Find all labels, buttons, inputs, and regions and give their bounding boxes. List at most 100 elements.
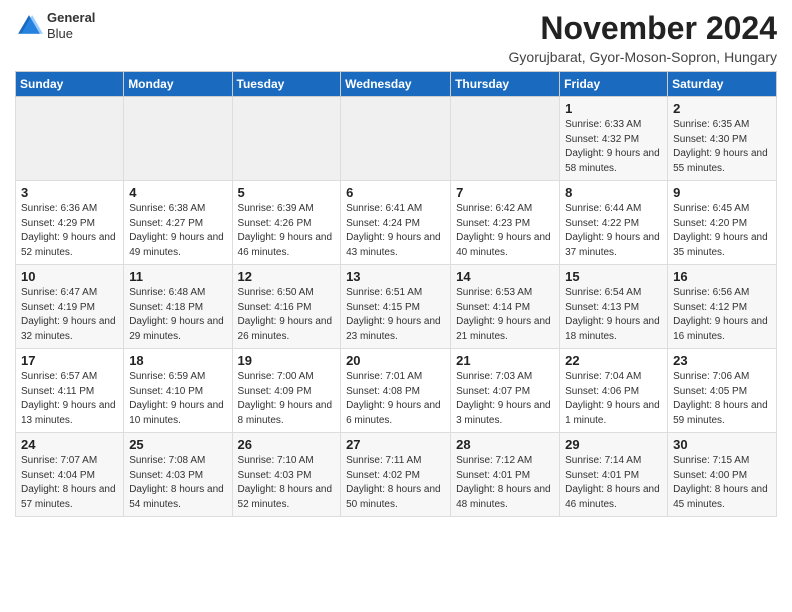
day-number: 27 (346, 437, 445, 452)
calendar-day-cell: 19 Sunrise: 7:00 AM Sunset: 4:09 PM Dayli… (232, 349, 341, 433)
calendar-week-row: 24 Sunrise: 7:07 AM Sunset: 4:04 PM Dayli… (16, 433, 777, 517)
calendar-day-cell: 10 Sunrise: 6:47 AM Sunset: 4:19 PM Dayli… (16, 265, 124, 349)
day-info: Sunrise: 6:42 AM Sunset: 4:23 PM Dayligh… (456, 202, 554, 260)
day-info: Sunrise: 6:56 AM Sunset: 4:12 PM Dayligh… (673, 286, 771, 344)
day-info: Sunrise: 7:08 AM Sunset: 4:03 PM Dayligh… (129, 454, 226, 512)
day-number: 1 (565, 101, 662, 116)
calendar-week-row: 3Sunrise: 6:36 AM Sunset: 4:29 PM Daylig… (16, 181, 777, 265)
calendar-day-cell: 11 Sunrise: 6:48 AM Sunset: 4:18 PM Dayli… (124, 265, 232, 349)
day-number: 17 (21, 353, 118, 368)
day-number: 18 (129, 353, 226, 368)
day-number: 24 (21, 437, 118, 452)
day-info: Sunrise: 7:01 AM Sunset: 4:08 PM Dayligh… (346, 370, 445, 428)
day-number: 2 (673, 101, 771, 116)
calendar-day-cell: 12 Sunrise: 6:50 AM Sunset: 4:16 PM Dayli… (232, 265, 341, 349)
day-info: Sunrise: 7:15 AM Sunset: 4:00 PM Dayligh… (673, 454, 771, 512)
calendar-day-cell (16, 97, 124, 181)
day-info: Sunrise: 6:45 AM Sunset: 4:20 PM Dayligh… (673, 202, 771, 260)
day-info: Sunrise: 6:38 AM Sunset: 4:27 PM Dayligh… (129, 202, 226, 260)
calendar-day-cell (232, 97, 341, 181)
day-number: 23 (673, 353, 771, 368)
day-number: 26 (238, 437, 336, 452)
calendar-day-cell: 13 Sunrise: 6:51 AM Sunset: 4:15 PM Dayli… (341, 265, 451, 349)
calendar-day-cell: 21Sunrise: 7:03 AM Sunset: 4:07 PM Dayli… (451, 349, 560, 433)
calendar-day-cell: 25 Sunrise: 7:08 AM Sunset: 4:03 PM Dayli… (124, 433, 232, 517)
day-of-week-header: Saturday (668, 72, 777, 97)
calendar-day-cell: 24 Sunrise: 7:07 AM Sunset: 4:04 PM Dayli… (16, 433, 124, 517)
day-number: 4 (129, 185, 226, 200)
day-number: 14 (456, 269, 554, 284)
calendar-day-cell: 1 Sunrise: 6:33 AM Sunset: 4:32 PM Daylig… (560, 97, 668, 181)
day-number: 19 (238, 353, 336, 368)
day-info: Sunrise: 6:48 AM Sunset: 4:18 PM Dayligh… (129, 286, 226, 344)
day-info: Sunrise: 7:10 AM Sunset: 4:03 PM Dayligh… (238, 454, 336, 512)
logo: General Blue (15, 10, 95, 41)
calendar-day-cell (124, 97, 232, 181)
day-info: Sunrise: 6:41 AM Sunset: 4:24 PM Dayligh… (346, 202, 445, 260)
day-info: Sunrise: 6:44 AM Sunset: 4:22 PM Dayligh… (565, 202, 662, 260)
calendar-day-cell: 17 Sunrise: 6:57 AM Sunset: 4:11 PM Dayli… (16, 349, 124, 433)
calendar-week-row: 17 Sunrise: 6:57 AM Sunset: 4:11 PM Dayli… (16, 349, 777, 433)
day-info: Sunrise: 6:54 AM Sunset: 4:13 PM Dayligh… (565, 286, 662, 344)
calendar-day-cell: 28 Sunrise: 7:12 AM Sunset: 4:01 PM Dayli… (451, 433, 560, 517)
day-number: 28 (456, 437, 554, 452)
day-number: 30 (673, 437, 771, 452)
calendar-day-cell: 27 Sunrise: 7:11 AM Sunset: 4:02 PM Dayli… (341, 433, 451, 517)
day-info: Sunrise: 6:57 AM Sunset: 4:11 PM Dayligh… (21, 370, 118, 428)
day-info: Sunrise: 7:00 AM Sunset: 4:09 PM Dayligh… (238, 370, 336, 428)
calendar-day-cell: 26 Sunrise: 7:10 AM Sunset: 4:03 PM Dayli… (232, 433, 341, 517)
day-number: 16 (673, 269, 771, 284)
calendar-day-cell: 6 Sunrise: 6:41 AM Sunset: 4:24 PM Daylig… (341, 181, 451, 265)
calendar-day-cell: 2 Sunrise: 6:35 AM Sunset: 4:30 PM Daylig… (668, 97, 777, 181)
calendar-day-cell: 15Sunrise: 6:54 AM Sunset: 4:13 PM Dayli… (560, 265, 668, 349)
day-info: Sunrise: 6:50 AM Sunset: 4:16 PM Dayligh… (238, 286, 336, 344)
day-info: Sunrise: 7:07 AM Sunset: 4:04 PM Dayligh… (21, 454, 118, 512)
logo-icon (15, 12, 43, 40)
day-number: 7 (456, 185, 554, 200)
day-number: 12 (238, 269, 336, 284)
day-number: 8 (565, 185, 662, 200)
calendar-day-cell: 14 Sunrise: 6:53 AM Sunset: 4:14 PM Dayli… (451, 265, 560, 349)
day-info: Sunrise: 6:51 AM Sunset: 4:15 PM Dayligh… (346, 286, 445, 344)
day-number: 5 (238, 185, 336, 200)
day-number: 29 (565, 437, 662, 452)
calendar-day-cell: 18 Sunrise: 6:59 AM Sunset: 4:10 PM Dayli… (124, 349, 232, 433)
day-number: 25 (129, 437, 226, 452)
calendar-day-cell: 5 Sunrise: 6:39 AM Sunset: 4:26 PM Daylig… (232, 181, 341, 265)
location-title: Gyorujbarat, Gyor-Moson-Sopron, Hungary (509, 49, 777, 65)
day-info: Sunrise: 6:59 AM Sunset: 4:10 PM Dayligh… (129, 370, 226, 428)
day-info: Sunrise: 6:53 AM Sunset: 4:14 PM Dayligh… (456, 286, 554, 344)
day-info: Sunrise: 6:35 AM Sunset: 4:30 PM Dayligh… (673, 118, 771, 176)
day-of-week-header: Friday (560, 72, 668, 97)
day-number: 6 (346, 185, 445, 200)
calendar-day-cell: 3Sunrise: 6:36 AM Sunset: 4:29 PM Daylig… (16, 181, 124, 265)
day-number: 9 (673, 185, 771, 200)
day-info: Sunrise: 6:47 AM Sunset: 4:19 PM Dayligh… (21, 286, 118, 344)
day-of-week-header: Thursday (451, 72, 560, 97)
day-number: 13 (346, 269, 445, 284)
day-number: 22 (565, 353, 662, 368)
calendar-day-cell (451, 97, 560, 181)
logo-text: General Blue (47, 10, 95, 41)
calendar-day-cell: 8 Sunrise: 6:44 AM Sunset: 4:22 PM Daylig… (560, 181, 668, 265)
day-of-week-header: Tuesday (232, 72, 341, 97)
calendar-day-cell: 22Sunrise: 7:04 AM Sunset: 4:06 PM Dayli… (560, 349, 668, 433)
day-number: 20 (346, 353, 445, 368)
month-title: November 2024 (509, 10, 777, 47)
day-number: 21 (456, 353, 554, 368)
day-of-week-header: Monday (124, 72, 232, 97)
day-info: Sunrise: 6:39 AM Sunset: 4:26 PM Dayligh… (238, 202, 336, 260)
day-number: 11 (129, 269, 226, 284)
calendar-day-cell: 23Sunrise: 7:06 AM Sunset: 4:05 PM Dayli… (668, 349, 777, 433)
day-info: Sunrise: 7:12 AM Sunset: 4:01 PM Dayligh… (456, 454, 554, 512)
day-info: Sunrise: 7:11 AM Sunset: 4:02 PM Dayligh… (346, 454, 445, 512)
calendar-day-cell: 29 Sunrise: 7:14 AM Sunset: 4:01 PM Dayli… (560, 433, 668, 517)
day-number: 10 (21, 269, 118, 284)
title-area: November 2024 Gyorujbarat, Gyor-Moson-So… (509, 10, 777, 65)
day-info: Sunrise: 6:33 AM Sunset: 4:32 PM Dayligh… (565, 118, 662, 176)
calendar-day-cell: 9 Sunrise: 6:45 AM Sunset: 4:20 PM Daylig… (668, 181, 777, 265)
day-of-week-header: Sunday (16, 72, 124, 97)
day-info: Sunrise: 7:14 AM Sunset: 4:01 PM Dayligh… (565, 454, 662, 512)
calendar-header-row: SundayMondayTuesdayWednesdayThursdayFrid… (16, 72, 777, 97)
calendar-day-cell: 30 Sunrise: 7:15 AM Sunset: 4:00 PM Dayli… (668, 433, 777, 517)
